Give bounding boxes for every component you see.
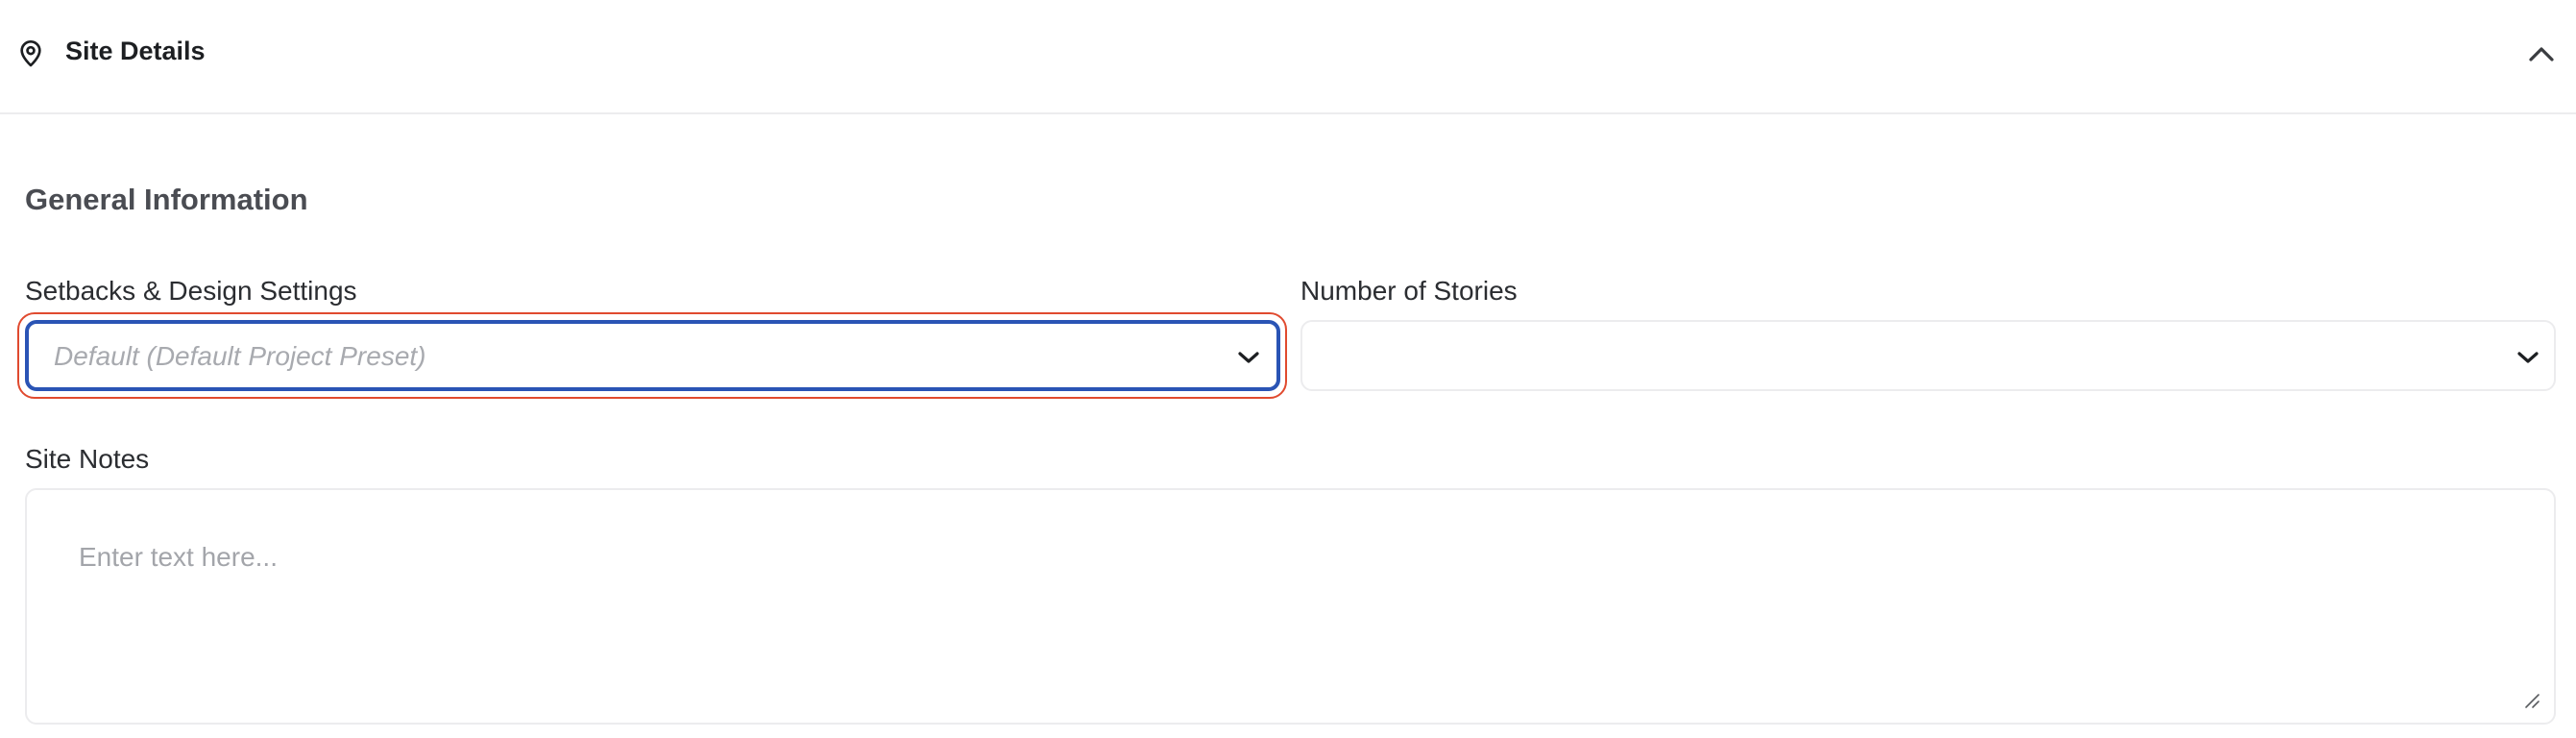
chevron-up-icon[interactable] — [2526, 41, 2557, 66]
site-details-header[interactable]: Site Details — [0, 0, 2576, 114]
stories-label: Number of Stories — [1300, 276, 1518, 306]
header-title: Site Details — [65, 37, 206, 65]
map-pin-icon — [20, 40, 41, 67]
site-notes-label: Site Notes — [25, 444, 150, 474]
resize-handle-icon[interactable] — [2523, 692, 2540, 709]
site-notes-placeholder: Enter text here... — [79, 542, 278, 572]
setbacks-placeholder: Default (Default Project Preset) — [54, 341, 426, 371]
site-notes-textarea[interactable]: Enter text here... — [25, 488, 2556, 725]
chevron-down-icon — [2517, 352, 2539, 363]
section-title: General Information — [25, 183, 308, 216]
stories-select[interactable] — [1300, 320, 2556, 391]
chevron-down-icon — [1238, 352, 1259, 363]
setbacks-label: Setbacks & Design Settings — [25, 276, 357, 306]
setbacks-select[interactable]: Default (Default Project Preset) — [25, 320, 1280, 391]
